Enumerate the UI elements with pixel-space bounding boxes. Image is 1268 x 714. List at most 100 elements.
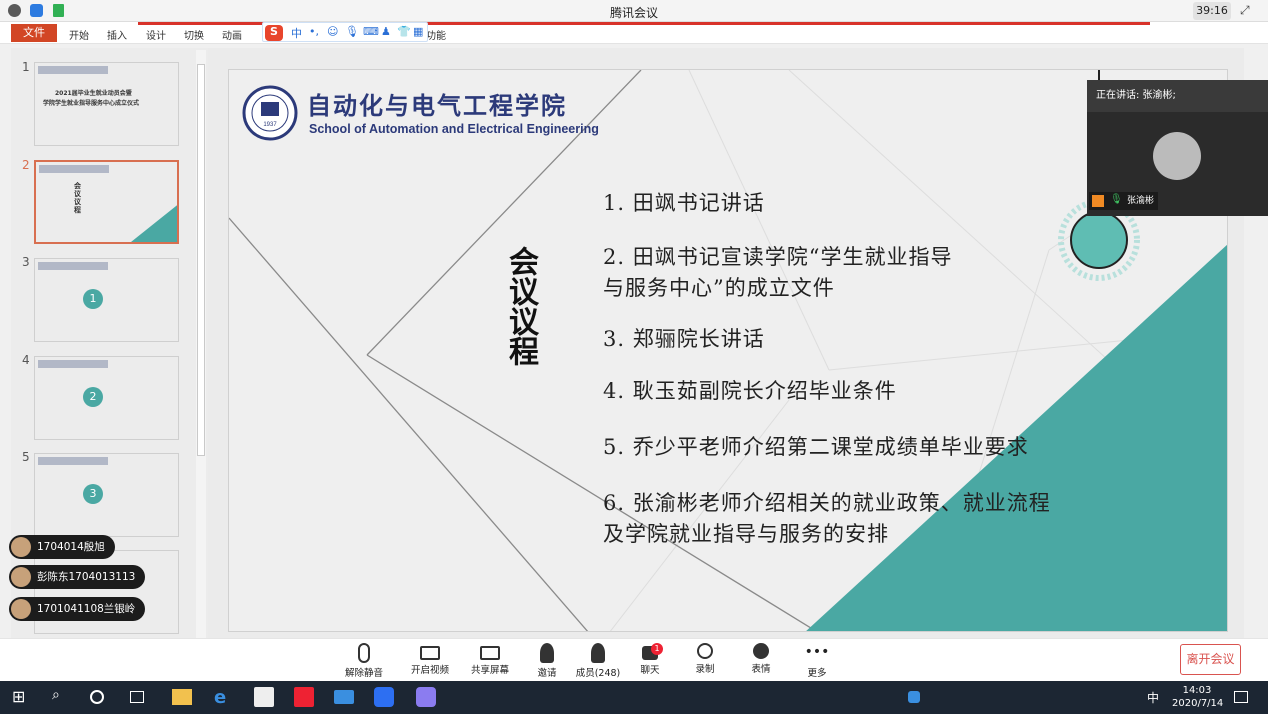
scroll-thumb[interactable] — [197, 64, 205, 456]
slide-thumbnail-1[interactable]: 2021届毕业生就业动员会暨 学院学生就业指导服务中心成立仪式 — [34, 62, 179, 146]
chat-button[interactable]: 聊天 1 — [622, 641, 678, 676]
slide-thumbnail-6[interactable] — [34, 550, 179, 634]
notification-icon[interactable] — [1234, 691, 1248, 703]
meeting-toolbar: 解除静音 开启视频 共享屏幕 邀请 成员(248) 聊天 1 录制 表情 •••… — [0, 638, 1268, 681]
tab-home[interactable]: 开始 — [69, 27, 89, 42]
invite-icon — [540, 643, 554, 663]
members-icon — [591, 643, 605, 663]
task-view-icon[interactable] — [130, 691, 144, 703]
tab-transition[interactable]: 切换 — [184, 27, 204, 42]
thumb-number: 3 — [22, 255, 30, 269]
tab-feature[interactable]: 功能 — [426, 27, 446, 42]
share-screen-button[interactable]: 共享屏幕 — [462, 641, 518, 676]
windows-icon[interactable]: ⊞ — [12, 687, 32, 707]
agenda-item-2b: 与服务中心”的成立文件 — [603, 276, 835, 300]
title-bar: 腾讯会议 39:16 ⤢ — [0, 0, 1268, 22]
app-icon[interactable] — [294, 687, 314, 707]
ime-mode[interactable]: 中 — [291, 25, 302, 41]
slide-thumbnail-3[interactable]: 1 — [34, 258, 179, 342]
thumb-number: 2 — [22, 158, 30, 172]
current-slide: 1937 自动化与电气工程学院 School of Automation and… — [228, 69, 1228, 632]
security-icon[interactable] — [908, 691, 920, 703]
meeting-timer: 39:16 — [1193, 2, 1231, 20]
thumb-teal-triangle — [131, 205, 177, 242]
leave-meeting-button[interactable]: 离开会议 — [1180, 644, 1241, 675]
thumb-title-2: 学院学生就业指导服务中心成立仪式 — [43, 100, 140, 107]
muted-mic-icon — [358, 643, 370, 663]
video-off-icon — [420, 646, 440, 660]
slide-thumbnail-4[interactable]: 2 — [34, 356, 179, 440]
members-button[interactable]: 成员(248) — [570, 641, 626, 679]
skin-icon[interactable]: 👕 — [397, 25, 411, 38]
agenda-item-1: 1. 田飒书记讲话 — [603, 191, 765, 215]
thumb-title-1: 2021届毕业生就业动员会暨 — [55, 90, 132, 97]
grid-icon[interactable]: ▦ — [413, 25, 423, 38]
thumb-number: 5 — [22, 450, 30, 464]
ppt-ribbon: 文件 开始 插入 设计 切换 动画 功能 登录 — [0, 22, 1268, 64]
invite-button[interactable]: 邀请 — [519, 641, 575, 679]
school-name-cn: 自动化与电气工程学院 — [307, 91, 567, 120]
slide-thumbnail-2[interactable]: 会议议程 — [34, 160, 179, 244]
user-icon[interactable]: ♟ — [381, 25, 391, 38]
fullscreen-icon[interactable]: ⤢ — [1240, 3, 1250, 18]
speaking-indicator: 正在讲话: 张渝彬; — [1087, 80, 1268, 112]
punct-icon[interactable]: •, — [309, 25, 319, 38]
mic-icon: 🎙 — [1110, 194, 1123, 205]
emoji-button[interactable]: 表情 — [733, 641, 789, 675]
agenda-item-2a: 2. 田飒书记宣读学院“学生就业指导 — [603, 245, 953, 269]
tab-insert[interactable]: 插入 — [107, 27, 127, 42]
thumb-logo — [38, 262, 108, 270]
thumb-logo — [38, 66, 108, 74]
school-seal: 1937 — [242, 85, 298, 141]
emoji-icon[interactable]: ☺ — [327, 25, 338, 38]
more-button[interactable]: ••• 更多 — [789, 641, 845, 679]
thumb-logo — [38, 457, 108, 465]
ime-indicator[interactable]: 中 — [1147, 689, 1167, 709]
raise-hand-item: 彭陈东1704013113 — [9, 565, 146, 589]
search-icon[interactable]: ⌕ — [52, 687, 72, 707]
agenda-title: 会议议程 — [503, 246, 538, 366]
hand-icon — [11, 537, 31, 557]
thumb-badge: 2 — [83, 387, 103, 407]
system-clock[interactable]: 14:03 2020/7/14 — [1172, 684, 1223, 710]
thumb-logo — [38, 360, 108, 368]
store-icon[interactable] — [254, 687, 274, 707]
raise-hand-item: 1701041108兰银岭 — [9, 597, 146, 621]
mic-icon[interactable]: 🎙 — [345, 25, 359, 38]
cortana-icon[interactable] — [90, 690, 104, 704]
window-title: 腾讯会议 — [609, 6, 658, 20]
chat-badge: 1 — [651, 643, 663, 655]
thumb-number: 4 — [22, 353, 30, 367]
app2-icon[interactable] — [416, 687, 436, 707]
hand-icon — [11, 567, 31, 587]
mail-icon[interactable] — [334, 690, 354, 704]
agenda-item-6b: 及学院就业指导与服务的安排 — [603, 522, 889, 546]
edge-icon[interactable]: e — [214, 687, 234, 708]
tab-design[interactable]: 设计 — [146, 27, 166, 42]
record-button[interactable]: 录制 — [677, 641, 733, 675]
os-taskbar: ⊞ ⌕ e 中 14:03 2020/7/14 — [0, 681, 1268, 714]
raise-hand-item: 1704014殷旭 — [9, 535, 115, 559]
agenda-item-6a: 6. 张渝彬老师介绍相关的就业政策、就业流程 — [603, 491, 1051, 515]
agenda-item-5: 5. 乔少平老师介绍第二课堂成绩单毕业要求 — [603, 435, 1029, 459]
slide-thumbnail-5[interactable]: 3 — [34, 453, 179, 537]
sogou-icon: S — [265, 25, 283, 41]
video-panel[interactable]: 正在讲话: 张渝彬; 张渝彬 🎙 — [1087, 80, 1268, 216]
tab-animation[interactable]: 动画 — [222, 27, 242, 42]
smile-icon — [753, 643, 769, 659]
seal-year: 1937 — [263, 122, 277, 128]
thumb-badge: 3 — [83, 484, 103, 504]
folder-icon[interactable] — [172, 689, 192, 705]
tencent-meeting-icon[interactable] — [374, 687, 394, 707]
record-icon — [697, 643, 713, 659]
ime-toolbar[interactable]: S 中 •, ☺ 🎙 ⌨ ♟ 👕 ▦ — [262, 22, 428, 42]
thumbnail-scrollbar[interactable] — [196, 50, 206, 638]
agenda-item-4: 4. 耿玉茹副院长介绍毕业条件 — [603, 379, 897, 403]
thumb-badge: 1 — [83, 289, 103, 309]
keyboard-icon[interactable]: ⌨ — [363, 25, 379, 38]
unmute-button[interactable]: 解除静音 — [336, 641, 392, 679]
thumb-number: 1 — [22, 60, 30, 74]
start-video-button[interactable]: 开启视频 — [402, 641, 458, 676]
avatar — [1153, 132, 1201, 180]
file-tab[interactable]: 文件 — [11, 24, 57, 42]
